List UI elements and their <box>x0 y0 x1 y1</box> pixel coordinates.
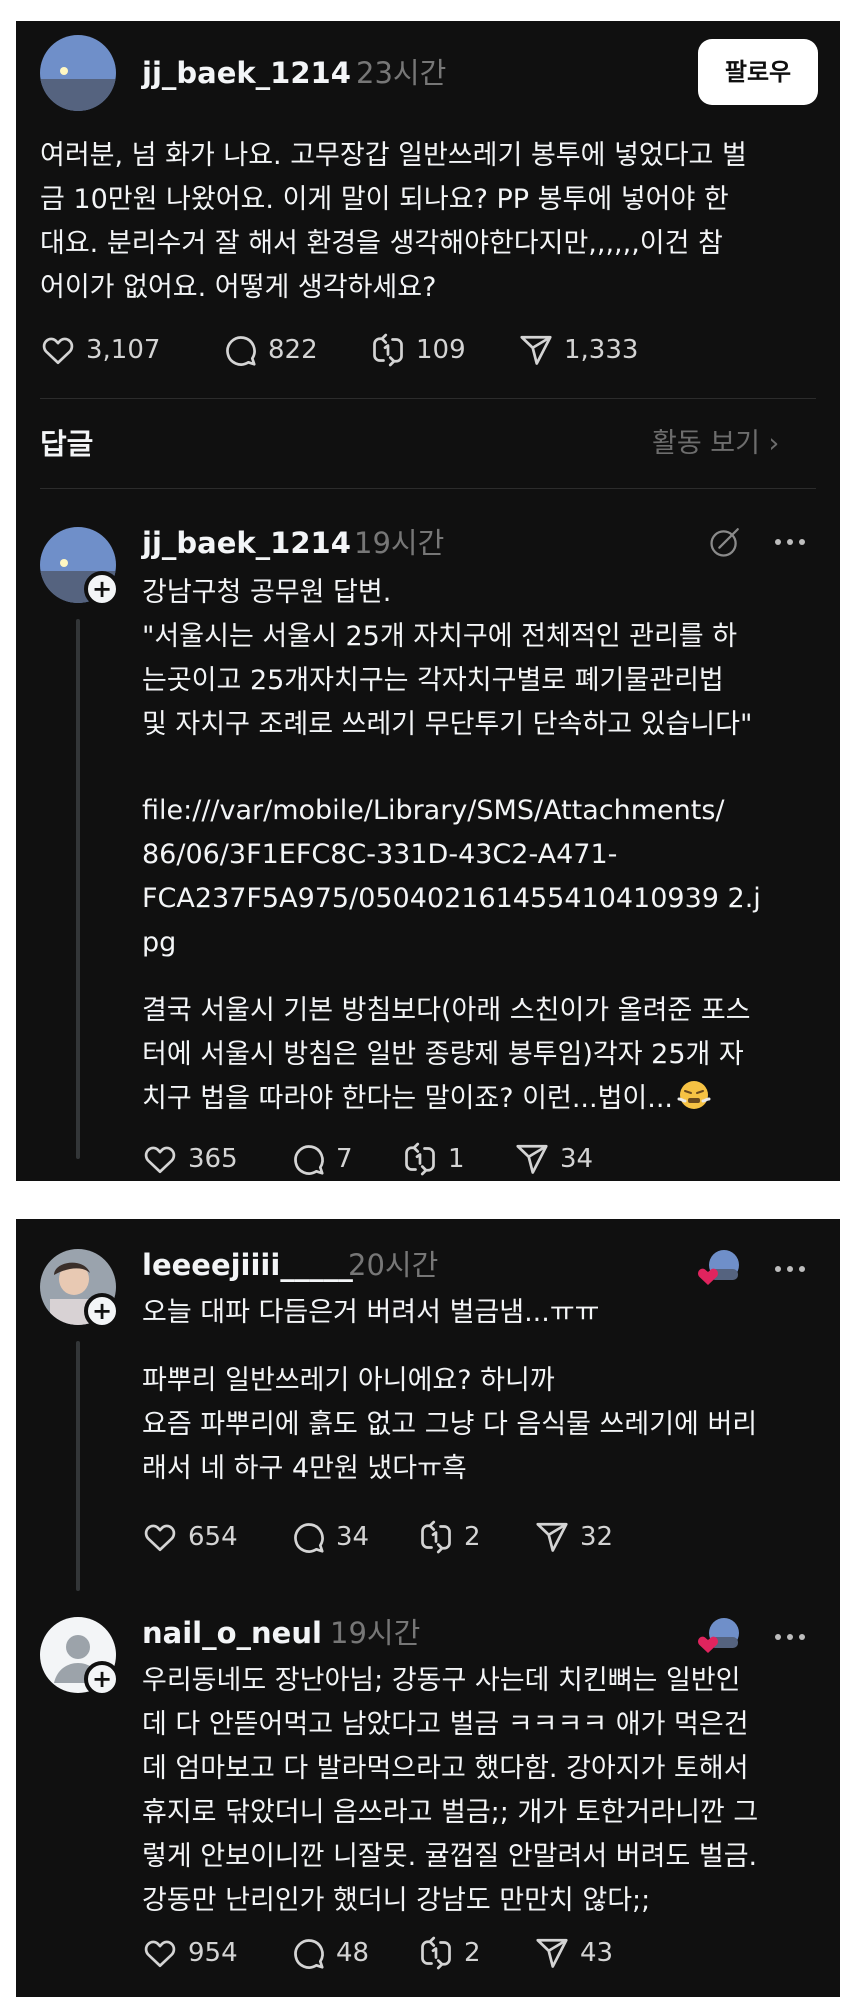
more-icon[interactable] <box>770 532 810 552</box>
like-count: 3,107 <box>86 335 161 365</box>
reply-text-line: pg <box>142 927 177 958</box>
reply-text-line: 데 엄마보고 다 발라먹으라고 했다함. 강아지가 토해서 <box>142 1753 749 1784</box>
repost-count: 2 <box>464 1938 481 1968</box>
post-text-line: 여러분, 넘 화가 나요. 고무장갑 일반쓰레기 봉투에 넣었다고 벌 <box>40 140 747 171</box>
comment-icon <box>290 1935 326 1971</box>
reply-text-line: 강동만 난리인가 했더니 강남도 만만치 않다;; <box>142 1885 651 1916</box>
comment-count: 7 <box>336 1144 353 1174</box>
edit-icon[interactable] <box>708 525 742 559</box>
heart-icon <box>40 332 76 368</box>
like-count: 654 <box>188 1522 238 1552</box>
comment-icon <box>290 1141 326 1177</box>
send-icon <box>518 332 554 368</box>
reply-text-line: 강남구청 공무원 답변. <box>142 577 392 608</box>
reply-text: 결국 서울시 기본 방침보다(아래 스친이가 올려준 포스 터에 서울시 방침은… <box>142 989 751 1121</box>
reply-text-line: 렇게 안보이니깐 니잘못. 귤껍질 안말려서 버려도 벌금. <box>142 1841 758 1872</box>
reply-text-line: 요즘 파뿌리에 흙도 없고 그냥 다 음식물 쓰레기에 버리 <box>142 1409 758 1440</box>
reply-time: 20시간 <box>348 1248 439 1282</box>
post-text-line: 어이가 없어요. 어떻게 생각하세요? <box>40 272 437 303</box>
reply-username[interactable]: leeeejiiii_____ <box>142 1247 353 1283</box>
send-icon <box>514 1141 550 1177</box>
reply-text: 강남구청 공무원 답변. "서울시는 서울시 25개 자치구에 전체적인 관리를… <box>142 571 752 747</box>
share-count: 32 <box>580 1522 614 1552</box>
post-text: 여러분, 넘 화가 나요. 고무장갑 일반쓰레기 봉투에 넣었다고 벌 금 10… <box>40 134 747 310</box>
view-activity-link[interactable]: 활동 보기 › <box>652 424 779 464</box>
avatar[interactable] <box>40 35 116 111</box>
repost-count: 109 <box>416 335 466 365</box>
reply-text-line: 결국 서울시 기본 방침보다(아래 스친이가 올려준 포스 <box>142 995 751 1026</box>
liked-by-avatar-icon <box>698 1618 739 1653</box>
reply-link-text[interactable]: file:///var/mobile/Library/SMS/Attachmen… <box>142 789 761 965</box>
reply-text-line: 휴지로 닦았더니 음쓰라고 벌금;; 개가 토한거라니깐 그 <box>142 1797 759 1828</box>
divider <box>40 488 816 489</box>
repost-count: 2 <box>464 1522 481 1552</box>
comment-count: 822 <box>268 335 318 365</box>
follow-plus-icon[interactable]: + <box>84 571 120 607</box>
reply-text-line: 우리동네도 장난아님; 강동구 사는데 치킨뼈는 일반인 <box>142 1665 741 1696</box>
reply-text: 우리동네도 장난아님; 강동구 사는데 치킨뼈는 일반인 데 다 안뜯어먹고 남… <box>142 1659 758 1923</box>
thread-panel-main: jj_baek_1214 23시간 팔로우 여러분, 넘 화가 나요. 고무장갑… <box>16 21 840 1181</box>
reply-text-line: 오늘 대파 다듬은거 버려서 벌금냄...ㅠㅠ <box>142 1297 600 1328</box>
reply-text-line: 및 자치구 조례로 쓰레기 무단투기 단속하고 있습니다" <box>142 709 753 740</box>
send-icon <box>534 1935 570 1971</box>
reply-text-line: 터에 서울시 방침은 일반 종량제 봉투임)각자 25개 자 <box>142 1039 744 1070</box>
reply-text-line: 데 다 안뜯어먹고 남았다고 벌금 ㅋㅋㅋㅋ 애가 먹은건 <box>142 1709 749 1740</box>
liked-by-author <box>696 1249 744 1287</box>
repost-icon <box>370 332 406 368</box>
heart-icon <box>142 1519 178 1555</box>
thread-panel-replies: + leeeejiiii_____ 20시간 오늘 대파 다듬은거 버려서 벌금… <box>16 1219 840 1997</box>
comment-count: 34 <box>336 1522 370 1552</box>
share-count: 34 <box>560 1144 594 1174</box>
liked-by-avatar-icon <box>698 1250 739 1285</box>
heart-icon <box>142 1141 178 1177</box>
like-count: 365 <box>188 1144 238 1174</box>
post-text-line: 대요. 분리수거 잘 해서 환경을 생각해야한다지만,,,,,,이건 참 <box>40 228 723 259</box>
reply-username[interactable]: nail_o_neul <box>142 1615 322 1651</box>
share-count: 43 <box>580 1938 614 1968</box>
post-text-line: 금 10만원 나왔어요. 이게 말이 되나요? PP 봉투에 넣어야 한 <box>40 184 729 215</box>
reply-actions: 365 7 1 34 <box>142 1139 642 1179</box>
comment-icon <box>222 332 258 368</box>
reply-time: 19시간 <box>354 526 445 560</box>
reply-username[interactable]: jj_baek_1214 <box>142 525 351 561</box>
follow-plus-icon[interactable]: + <box>84 1661 120 1697</box>
repost-icon <box>418 1519 454 1555</box>
reply-text: 파뿌리 일반쓰레기 아니에요? 하니까 요즘 파뿌리에 흙도 없고 그냥 다 음… <box>142 1359 757 1491</box>
comment-icon <box>290 1519 326 1555</box>
follow-button[interactable]: 팔로우 <box>698 39 818 105</box>
share-count: 1,333 <box>564 335 639 365</box>
comment-count: 48 <box>336 1938 370 1968</box>
send-icon <box>534 1519 570 1555</box>
repost-icon <box>418 1935 454 1971</box>
reply-text-line: 86/06/3F1EFC8C-331D-43C2-A471- <box>142 839 618 870</box>
reply-actions: 954 48 2 43 <box>142 1933 642 1973</box>
replies-title: 답글 <box>40 427 94 461</box>
liked-by-author <box>696 1617 744 1655</box>
reply-text-line: 파뿌리 일반쓰레기 아니에요? 하니까 <box>142 1365 555 1396</box>
divider <box>40 398 816 399</box>
thread-line <box>76 619 80 1159</box>
reply-text-line: 는곳이고 25개자치구는 각자치구별로 폐기물관리법 <box>142 665 724 696</box>
thread-line <box>76 1341 80 1591</box>
post-time: 23시간 <box>356 56 447 90</box>
reply-time: 19시간 <box>330 1616 421 1650</box>
repost-icon <box>402 1141 438 1177</box>
reply-text-line: 래서 네 하구 4만원 냈다ㅠ흑 <box>142 1453 467 1484</box>
like-count: 954 <box>188 1938 238 1968</box>
reply-text-line: file:///var/mobile/Library/SMS/Attachmen… <box>142 795 725 826</box>
reply-actions: 654 34 2 32 <box>142 1517 642 1557</box>
reply-text-line: "서울시는 서울시 25개 자치구에 전체적인 관리를 하 <box>142 621 738 652</box>
repost-count: 1 <box>448 1144 465 1174</box>
heart-icon <box>142 1935 178 1971</box>
more-icon[interactable] <box>770 1627 810 1647</box>
reply-text-line: 치구 법을 따라야 한다는 말이죠? 이런...법이... <box>142 1077 751 1121</box>
reply-text: 오늘 대파 다듬은거 버려서 벌금냄...ㅠㅠ <box>142 1291 600 1335</box>
more-icon[interactable] <box>770 1259 810 1279</box>
post-username[interactable]: jj_baek_1214 <box>142 55 351 91</box>
steaming-face-icon <box>677 1081 711 1109</box>
follow-plus-icon[interactable]: + <box>84 1293 120 1329</box>
reply-text-line: FCA237F5A975/050402161455410410939 2.j <box>142 883 761 914</box>
post-actions: 3,107 822 109 1,333 <box>40 330 640 370</box>
reply-text-segment: 치구 법을 따라야 한다는 말이죠? 이런...법이... <box>142 1083 674 1114</box>
